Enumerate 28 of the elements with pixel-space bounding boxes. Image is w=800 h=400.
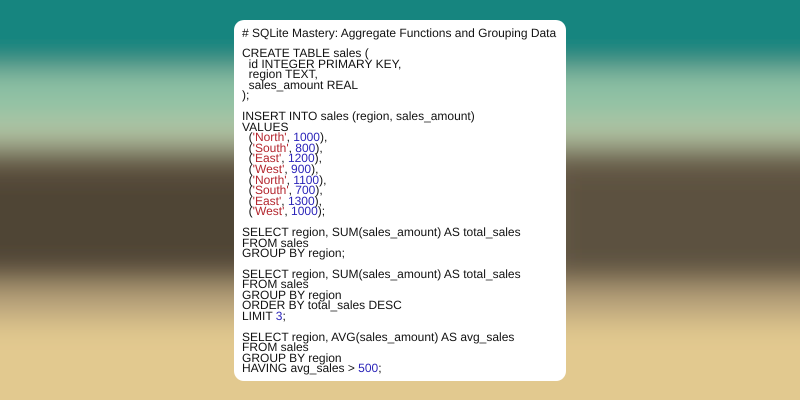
code-line: SELECT region, SUM(sales_amount) AS total_sales xyxy=(242,226,521,238)
code-comment: # SQLite Mastery: Aggregate Functions and Grouping Data xyxy=(242,26,558,40)
code-line: ('West', 1000); xyxy=(248,206,326,217)
code-line: GROUP BY region xyxy=(242,352,342,364)
code-line: ('North', 1100), xyxy=(248,174,326,186)
code-line: GROUP BY region xyxy=(242,290,342,300)
code-line: sales_amount REAL xyxy=(248,80,358,90)
code-line: HAVING avg_sales > 500; xyxy=(242,363,382,374)
code-line: GROUP BY region; xyxy=(242,248,345,259)
code-line: SELECT region, AVG(sales_amount) AS avg_sales xyxy=(242,332,514,342)
code-line: CREATE TABLE sales ( xyxy=(242,48,369,59)
code-line: ); xyxy=(242,90,250,101)
code-line: id INTEGER PRIMARY KEY, xyxy=(248,58,402,70)
code-line: ('West', 900), xyxy=(248,164,318,175)
code-line: FROM sales xyxy=(242,238,309,248)
code-line: SELECT region, SUM(sales_amount) AS total_sales xyxy=(242,268,521,280)
code-line: VALUES xyxy=(242,122,288,132)
code-line: FROM sales xyxy=(242,279,309,290)
code-line: ('North', 1000), xyxy=(248,132,328,143)
code-line: ('East', 1200), xyxy=(248,153,322,164)
code-line: FROM sales xyxy=(242,342,309,353)
code-line: ('South', 700), xyxy=(248,185,323,196)
code-line: region TEXT, xyxy=(248,69,318,80)
code-line: INSERT INTO sales (region, sales_amount) xyxy=(242,110,475,122)
code-line: ('South', 800), xyxy=(248,142,323,154)
code-line: LIMIT 3; xyxy=(242,311,286,322)
code-line: ('East', 1300), xyxy=(248,196,322,206)
code-line: ORDER BY total_sales DESC xyxy=(242,300,402,312)
